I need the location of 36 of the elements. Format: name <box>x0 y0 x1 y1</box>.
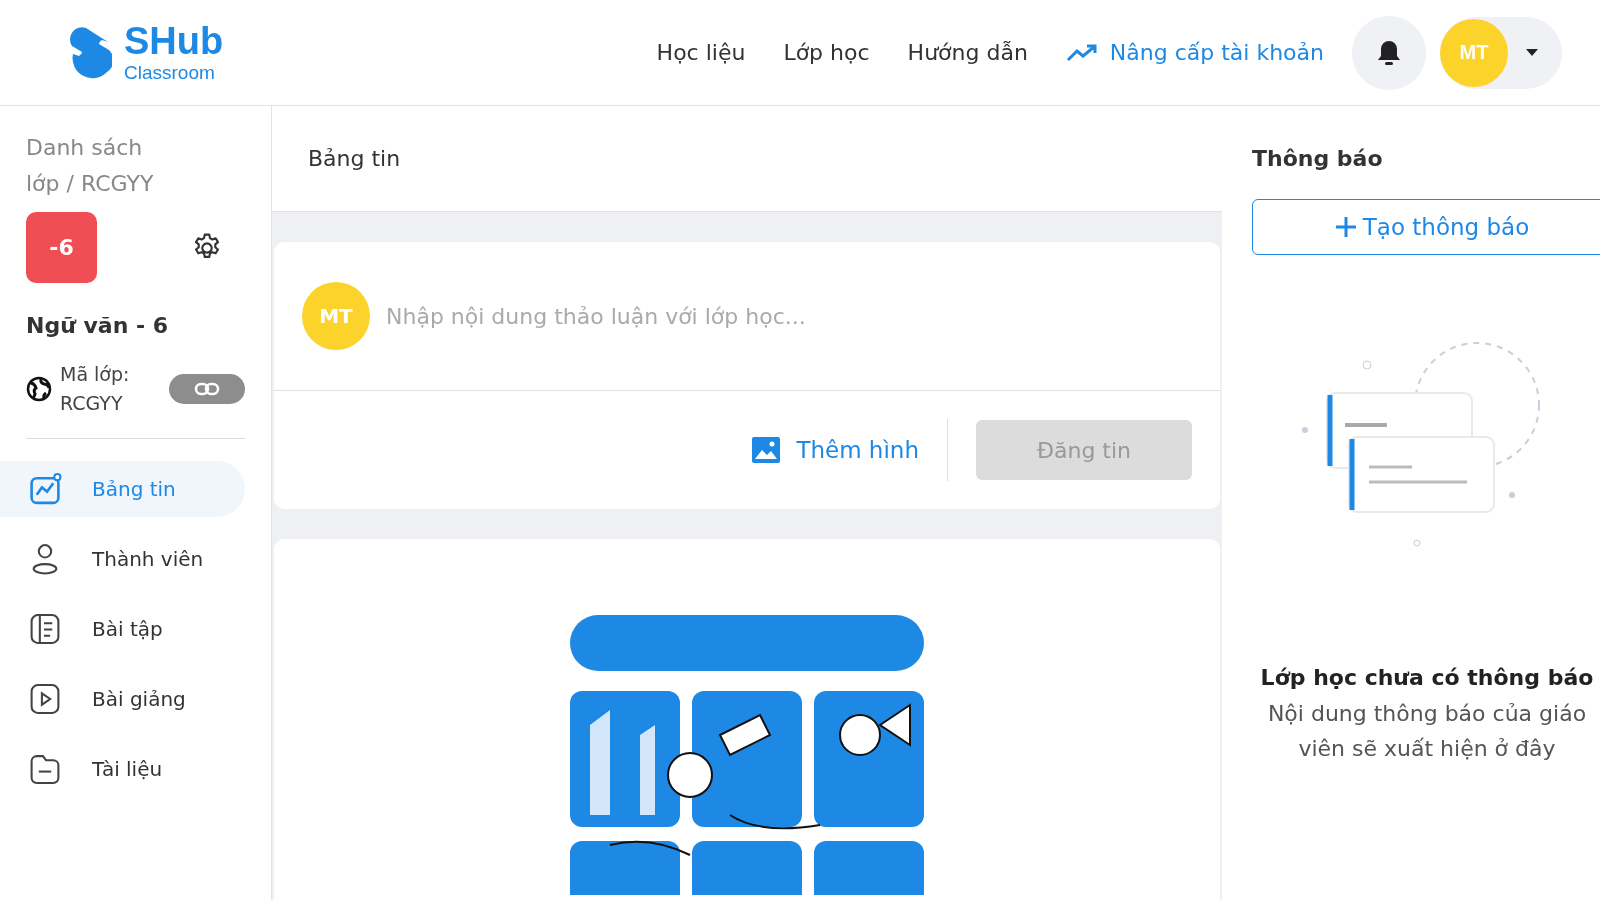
feed-title: Bảng tin <box>272 106 1222 212</box>
breadcrumb[interactable]: Danh sách lớp / RCGYY <box>0 130 176 202</box>
folder-icon <box>28 752 62 786</box>
globe-icon <box>26 376 52 402</box>
empty-state-text: Nội dung thông báo của giáo viên sẽ xuất hiện ở đây <box>1266 700 1588 763</box>
add-image-button[interactable]: Thêm hình <box>746 419 948 481</box>
bell-icon <box>1376 38 1402 67</box>
class-name: Ngữ văn - 6 <box>26 313 170 338</box>
nav-link[interactable]: Lớp học <box>783 40 870 65</box>
sidebar-item[interactable]: Tài liệu <box>0 741 245 797</box>
sidebar-item[interactable]: Thành viên <box>0 531 245 587</box>
play-icon <box>28 682 62 716</box>
plus-icon <box>1334 216 1357 238</box>
image-icon <box>752 437 781 463</box>
notifications-title: Thông báo <box>1252 146 1384 171</box>
list-icon <box>28 612 62 646</box>
caret-icon <box>1526 49 1538 56</box>
user-avatar: MT <box>1440 18 1508 87</box>
link-icon <box>194 382 220 396</box>
discussion-input[interactable]: Nhập nội dung thảo luận với lớp học... <box>384 302 1192 330</box>
user-avatar: MT <box>302 282 370 350</box>
class-code-label: Mã lớp: <box>60 362 130 387</box>
nav-link[interactable]: Học liệu <box>656 40 746 65</box>
create-notification-button[interactable]: Tạo thông báo <box>1252 199 1600 255</box>
empty-state-title: Lớp học chưa có thông báo <box>1260 665 1594 690</box>
upgrade-link[interactable]: Nâng cấp tài khoản <box>1065 40 1324 65</box>
sidebar-item[interactable]: Bài giảng <box>0 671 245 727</box>
nav-link[interactable]: Hướng dẫn <box>907 40 1028 65</box>
copy-link-button[interactable] <box>169 374 245 404</box>
class-code: RCGYY <box>60 391 124 416</box>
logo-subtitle: Classroom <box>124 61 216 84</box>
chart-icon <box>28 472 62 506</box>
sidebar-item[interactable]: Bài tập <box>0 601 245 657</box>
logo-text: SHub <box>124 21 224 60</box>
class-badge: -6 <box>26 212 97 283</box>
trend-up-icon <box>1065 43 1098 62</box>
